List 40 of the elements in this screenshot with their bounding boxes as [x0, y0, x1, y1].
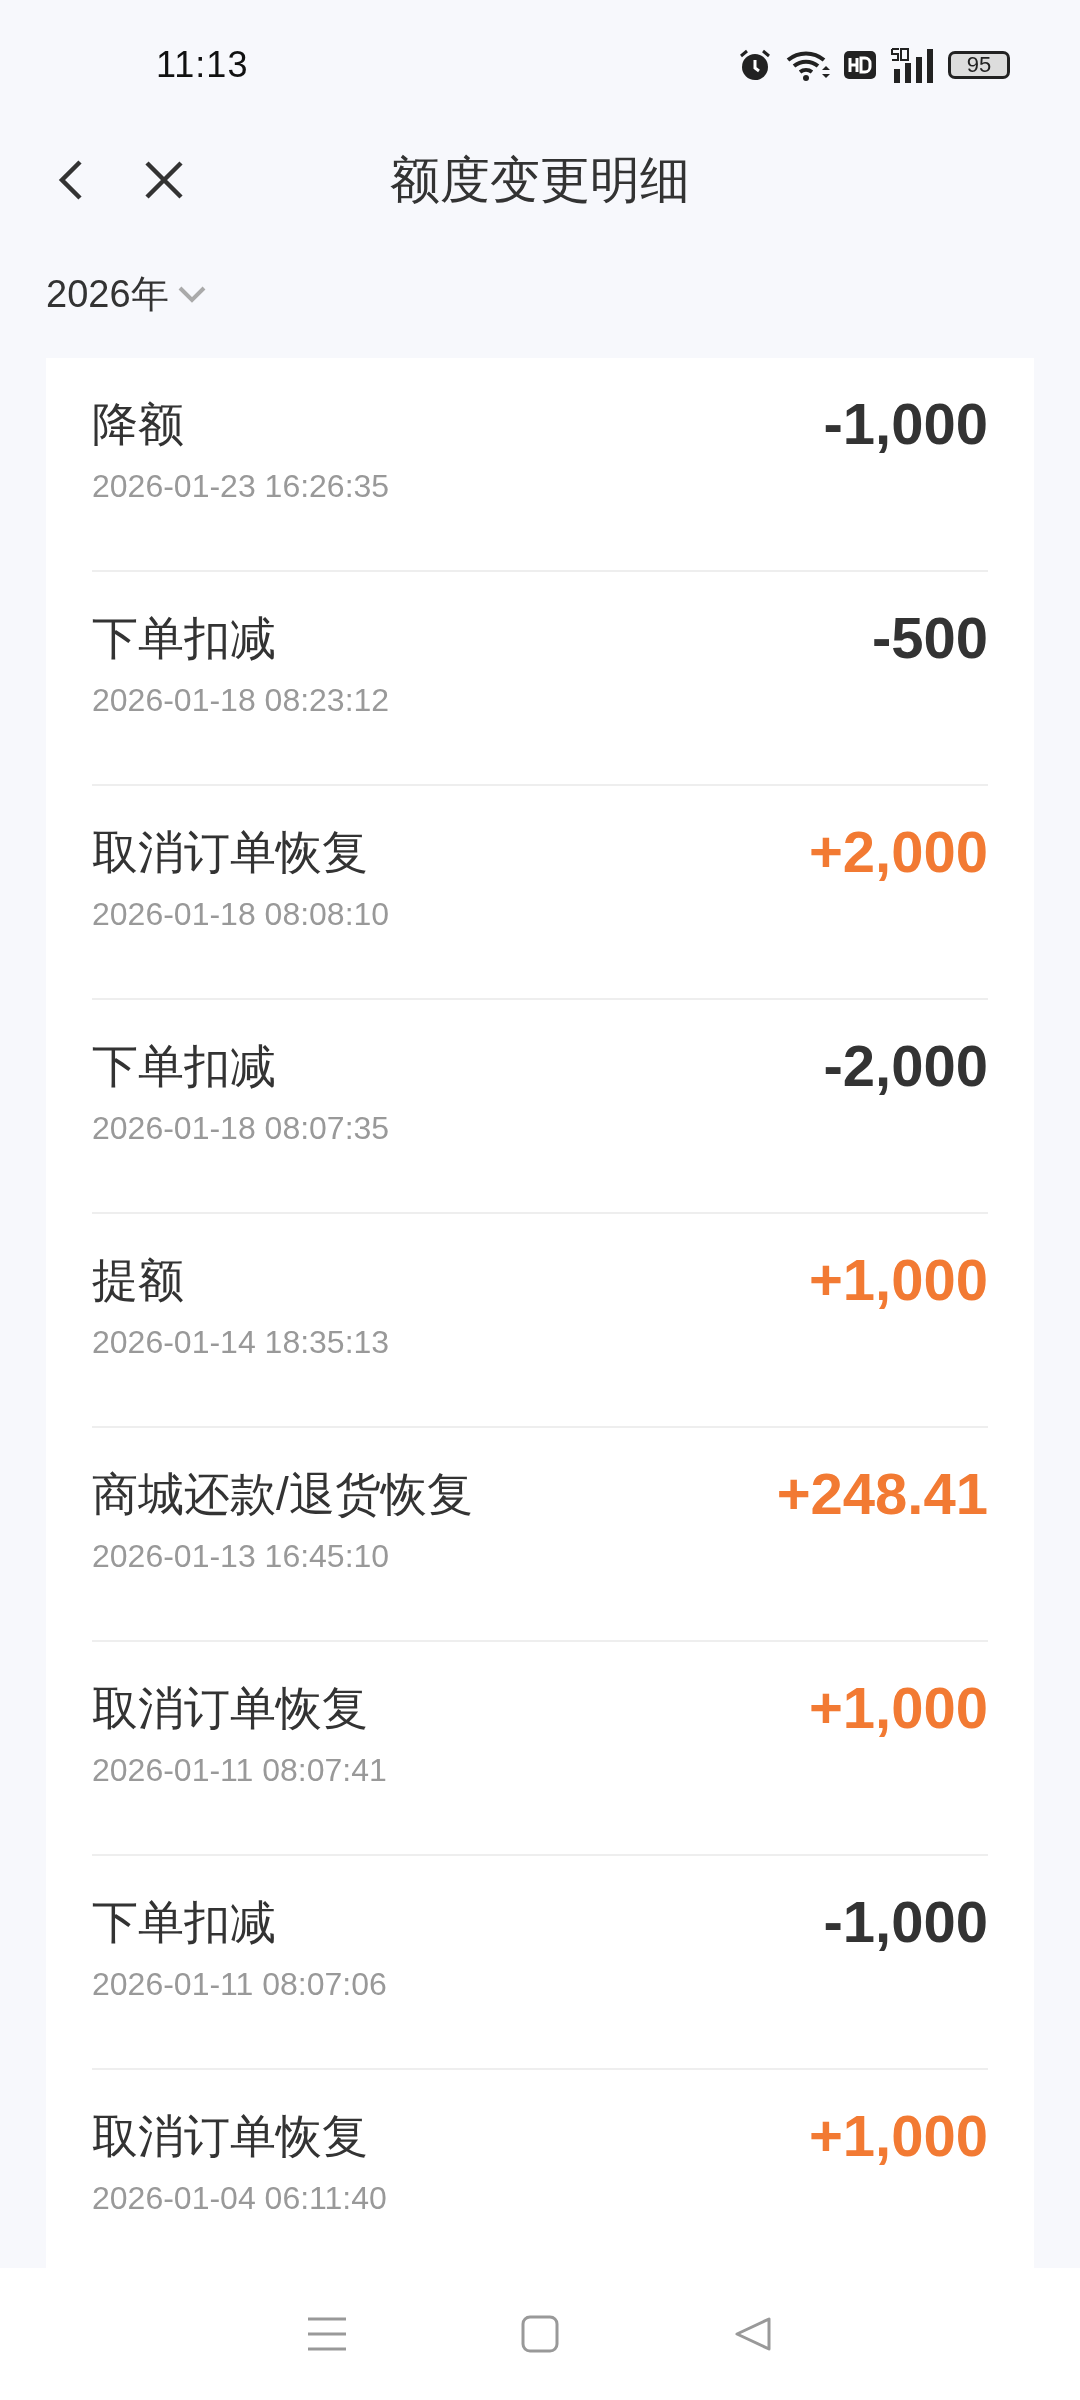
record-time: 2026-01-13 16:45:10 [92, 1537, 391, 1576]
back-nav-button[interactable] [734, 2315, 773, 2353]
record-time: 2026-01-14 18:35:13 [92, 1323, 391, 1362]
amount-value: -500 [871, 604, 988, 672]
hd-icon [844, 51, 876, 79]
record-title: 提额 [92, 1253, 185, 1308]
record-time: 2026-01-18 08:07:35 [92, 1109, 391, 1148]
record-time: 2026-01-04 06:11:40 [92, 2179, 388, 2218]
record-time: 2026-01-11 08:07:06 [92, 1965, 388, 2004]
amount-value: +2,000 [809, 818, 988, 886]
record-title: 取消订单恢复 [92, 825, 369, 880]
clock-time: 11:13 [156, 44, 250, 86]
record-title: 商城还款/退货恢复 [92, 1467, 474, 1522]
record-time: 2026-01-11 08:07:41 [92, 1751, 388, 1790]
amount-value: -1,000 [823, 1888, 988, 1956]
battery-indicator: 95 [948, 51, 1010, 79]
record-title: 取消订单恢复 [92, 2109, 369, 2164]
record-title: 下单扣减 [92, 611, 277, 666]
menu-button[interactable] [307, 2316, 346, 2352]
home-button[interactable] [521, 2315, 559, 2353]
amount-value: +1,000 [809, 1246, 988, 1314]
close-button[interactable] [144, 160, 184, 200]
alarm-icon [738, 48, 772, 82]
signal-icon [890, 47, 934, 83]
year-dropdown[interactable]: 2026年 [46, 268, 207, 320]
chevron-down-icon [176, 285, 207, 303]
record-time: 2026-01-23 16:26:35 [92, 467, 391, 506]
record-title: 下单扣减 [92, 1039, 277, 1094]
record-title: 取消订单恢复 [92, 1681, 369, 1736]
amount-value: -1,000 [823, 390, 988, 458]
amount-value: +248.41 [776, 1460, 988, 1528]
amount-value: -2,000 [823, 1032, 988, 1100]
record-title: 降额 [92, 397, 185, 452]
record-time: 2026-01-18 08:23:12 [92, 681, 391, 720]
record-time: 2026-01-18 08:08:10 [92, 895, 391, 934]
amount-value: +1,000 [809, 1674, 988, 1742]
record-title: 下单扣减 [92, 1895, 277, 1950]
page-title: 额度变更明细 [390, 151, 690, 210]
amount-value: +1,000 [809, 2102, 988, 2170]
wifi-icon [786, 48, 830, 82]
